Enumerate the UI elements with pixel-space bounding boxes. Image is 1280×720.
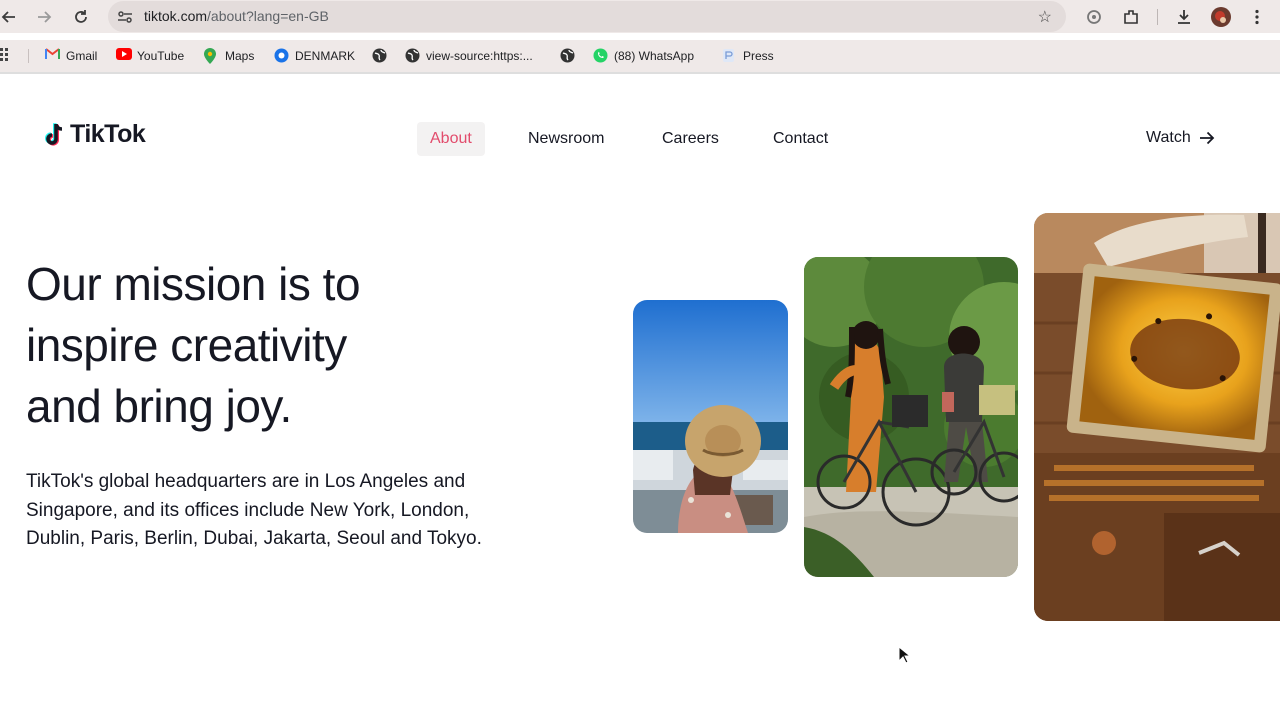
bookmark-label: DENMARK (295, 48, 356, 63)
tiktok-note-icon (45, 122, 63, 146)
bookmarks-bar: Gmail YouTube Maps DENMARK view-source:h… (0, 40, 1280, 72)
bookmark-press[interactable]: Press (722, 48, 774, 63)
bookmark-whatsapp[interactable]: (88) WhatsApp (593, 48, 694, 63)
headline-line: Our mission is to (26, 258, 361, 310)
lens-icon[interactable] (1083, 6, 1105, 28)
bookmark-star-icon[interactable]: ☆ (1038, 7, 1052, 27)
gmail-icon (45, 48, 60, 63)
nav-newsroom[interactable]: Newsroom (528, 122, 604, 156)
mission-headline: Our mission is to inspire creativity and… (26, 254, 496, 437)
bookmark-youtube[interactable]: YouTube (116, 48, 184, 63)
bookmark-gmail[interactable]: Gmail (45, 48, 97, 63)
photo-woman-sunhat-beach (633, 300, 788, 533)
bookmark-maps[interactable]: Maps (204, 48, 255, 64)
bookmark-globe-1[interactable] (372, 48, 387, 63)
reload-icon[interactable] (70, 6, 92, 28)
bookmark-globe-2[interactable] (560, 48, 575, 63)
browser-toolbar: tiktok.com/about?lang=en-GB ☆ (0, 0, 1280, 33)
bookmark-label: YouTube (137, 48, 185, 63)
bookmark-view-source[interactable]: view-source:https:... (405, 48, 533, 63)
address-bar[interactable]: tiktok.com/about?lang=en-GB ☆ (108, 1, 1066, 32)
menu-dots-icon[interactable] (1246, 6, 1268, 28)
apps-icon[interactable] (0, 48, 14, 62)
profile-avatar[interactable] (1210, 6, 1232, 28)
url-text[interactable]: tiktok.com/about?lang=en-GB (144, 8, 329, 24)
watch-link[interactable]: Watch (1146, 129, 1215, 147)
logo-text: TikTok (70, 120, 146, 148)
bookmark-label: (88) WhatsApp (614, 48, 695, 63)
download-icon[interactable] (1173, 6, 1195, 28)
back-icon[interactable] (0, 6, 20, 28)
bookmark-label: Gmail (66, 48, 98, 63)
bookmark-label: view-source:https:... (426, 48, 533, 63)
maps-icon (204, 48, 219, 64)
photo-beekeeper-honeycomb (1034, 213, 1280, 621)
url-host: tiktok.com (144, 8, 208, 24)
nav-contact[interactable]: Contact (773, 122, 828, 156)
globe-icon (372, 48, 387, 63)
globe-icon (274, 48, 289, 63)
url-path: /about?lang=en-GB (207, 8, 329, 24)
nav-careers[interactable]: Careers (662, 122, 719, 156)
photo-women-cycling (804, 257, 1018, 577)
extensions-icon[interactable] (1120, 6, 1142, 28)
toolbar-divider (1157, 9, 1158, 25)
youtube-icon (116, 48, 132, 63)
press-icon (722, 48, 737, 63)
headquarters-paragraph: TikTok's global headquarters are in Los … (26, 471, 482, 549)
nav-about[interactable]: About (417, 122, 485, 156)
globe-icon (405, 48, 420, 63)
tiktok-logo[interactable]: TikTok (43, 120, 146, 149)
bookmarks-border (0, 72, 1280, 74)
whatsapp-icon (593, 48, 608, 63)
headline-line: inspire creativity (26, 319, 347, 371)
mouse-cursor-icon (898, 645, 912, 669)
bookmark-denmark[interactable]: DENMARK (274, 48, 355, 63)
watch-label: Watch (1146, 129, 1191, 146)
bookmark-label: Maps (225, 48, 255, 63)
bookmarks-divider (28, 49, 29, 63)
bookmark-label: Press (743, 48, 774, 63)
globe-icon (560, 48, 575, 63)
forward-icon[interactable] (33, 6, 55, 28)
site-settings-icon[interactable] (116, 8, 134, 26)
arrow-right-icon (1199, 131, 1215, 145)
headline-line: and bring joy. (26, 380, 292, 432)
